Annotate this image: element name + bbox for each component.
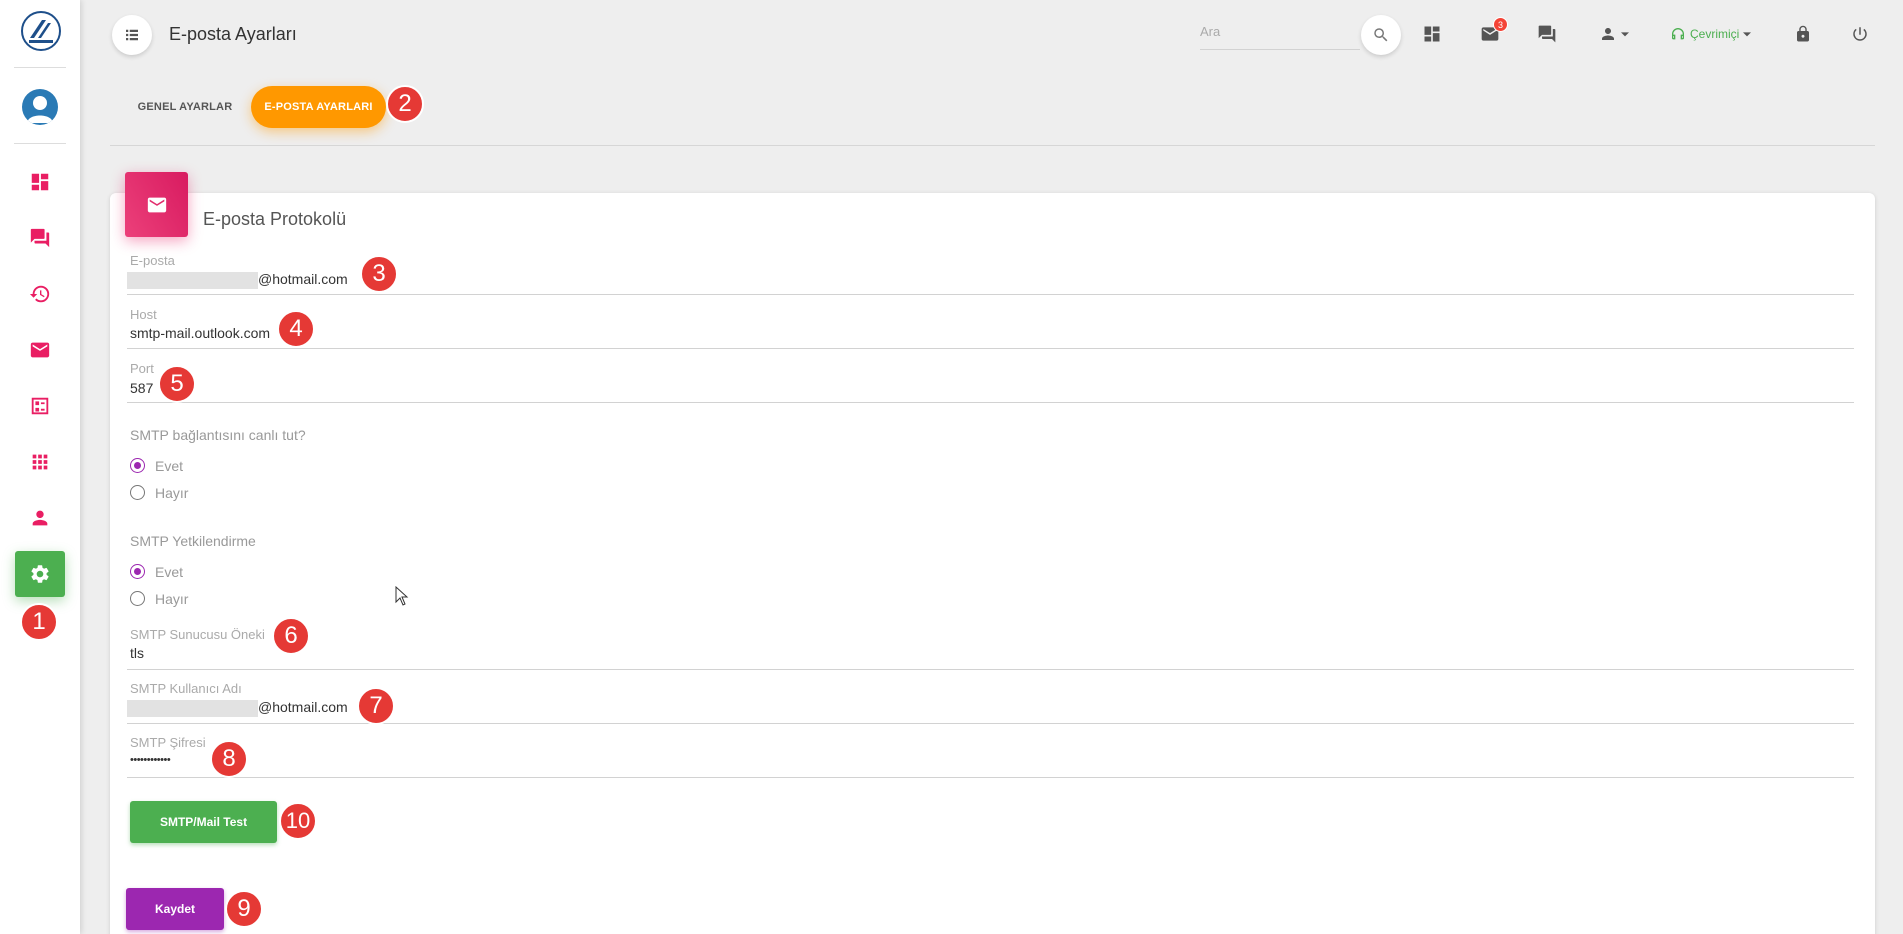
auth-no-radio[interactable] (130, 591, 145, 606)
lock-button[interactable] (1791, 22, 1815, 46)
search-field (1200, 18, 1360, 50)
sidebar-divider (14, 143, 66, 144)
email-label: E-posta (130, 253, 175, 268)
logout-button[interactable] (1848, 22, 1872, 46)
sidebar-item-history[interactable] (15, 271, 65, 317)
host-label: Host (130, 307, 157, 322)
dashboard-icon (31, 173, 49, 191)
password-field[interactable]: •••••••••••• (130, 754, 171, 766)
prefix-field[interactable]: tls (130, 645, 144, 661)
person-icon (32, 510, 48, 526)
redacted-text (127, 271, 258, 289)
caret-down-icon (1621, 32, 1629, 37)
annotation-marker: 3 (360, 255, 398, 293)
user-avatar[interactable] (22, 89, 58, 125)
username-label: SMTP Kullanıcı Adı (130, 681, 242, 696)
keepalive-question: SMTP bağlantısını canlı tut? (130, 427, 306, 443)
headset-icon (1672, 28, 1684, 40)
sidebar-item-mail[interactable] (15, 327, 65, 373)
auth-no-label: Hayır (155, 591, 189, 607)
view-list-icon (126, 29, 138, 41)
redacted-text (127, 699, 258, 717)
settings-icon (31, 565, 49, 583)
annotation-marker: 9 (225, 890, 263, 928)
power-icon (1853, 27, 1867, 41)
auth-yes-label: Evet (155, 564, 184, 580)
forum-icon (30, 228, 50, 248)
company-logo[interactable] (20, 10, 62, 52)
notification-count-badge: 3 (1493, 17, 1508, 32)
annotation-marker: 7 (357, 687, 395, 725)
page-title: E-posta Ayarları (169, 24, 297, 44)
tabs-divider (110, 145, 1875, 146)
caret-down-icon (1743, 32, 1752, 37)
annotation-marker: 5 (158, 365, 196, 403)
email-field[interactable]: @hotmail.com (127, 271, 348, 289)
keepalive-yes-radio[interactable] (130, 458, 145, 473)
cursor-icon (395, 585, 409, 606)
card-header-icon (125, 172, 188, 237)
annotation-marker: 2 (386, 85, 424, 123)
mail-icon (147, 197, 166, 212)
port-field[interactable]: 587 (130, 380, 153, 396)
person-icon (1602, 28, 1614, 40)
search-button[interactable] (1361, 15, 1401, 55)
host-field[interactable]: smtp-mail.outlook.com (130, 325, 270, 341)
mail-icon (30, 342, 50, 358)
keepalive-no-radio[interactable] (130, 485, 145, 500)
prefix-field-underline (127, 669, 1854, 670)
sidebar-item-settings[interactable] (15, 551, 65, 597)
history-icon (29, 285, 50, 303)
auth-yes-radio[interactable] (130, 564, 145, 579)
prefix-label: SMTP Sunucusu Öneki (130, 627, 265, 642)
email-protocol-card (110, 193, 1875, 934)
port-field-underline (127, 402, 1854, 403)
annotation-marker: 4 (277, 310, 315, 348)
mouse-cursor (395, 585, 409, 611)
lock-icon (1797, 25, 1809, 42)
annotation-marker: 10 (279, 802, 317, 840)
apps-icon (32, 454, 48, 470)
chat-button[interactable] (1535, 22, 1559, 46)
host-field-underline (127, 348, 1854, 349)
user-menu-button[interactable] (1594, 22, 1634, 46)
status-label: Çevrimiçi (1690, 27, 1740, 41)
email-field-value: @hotmail.com (258, 271, 348, 287)
search-input[interactable] (1200, 18, 1360, 39)
sidebar-item-dashboard[interactable] (15, 159, 65, 205)
keepalive-yes-label: Evet (155, 458, 184, 474)
auth-question: SMTP Yetkilendirme (130, 533, 256, 549)
username-field[interactable]: @hotmail.com (127, 699, 348, 717)
sidebar (0, 0, 80, 934)
tab-email-settings[interactable]: E-POSTA AYARLARI (251, 86, 386, 128)
port-label: Port (130, 361, 154, 376)
chat-icon (1538, 25, 1556, 43)
email-field-underline (127, 294, 1854, 295)
tab-general-settings[interactable]: GENEL AYARLAR (126, 86, 244, 128)
password-field-underline (127, 777, 1854, 778)
fact-check-icon (31, 397, 49, 415)
card-title: E-posta Protokolü (203, 209, 347, 229)
save-button[interactable]: Kaydet (126, 888, 224, 930)
sidebar-item-forms[interactable] (15, 383, 65, 429)
online-status-dropdown[interactable]: Çevrimiçi (1670, 26, 1752, 42)
search-icon (1374, 28, 1388, 42)
sidebar-divider (14, 67, 66, 68)
sidebar-item-apps[interactable] (15, 439, 65, 485)
annotation-marker: 1 (20, 603, 58, 641)
annotation-marker: 6 (272, 617, 310, 655)
username-field-underline (127, 723, 1854, 724)
annotation-marker: 8 (210, 740, 248, 778)
sidebar-item-chat[interactable] (15, 215, 65, 261)
dashboard-button[interactable] (1420, 22, 1444, 46)
password-label: SMTP Şifresi (130, 735, 206, 750)
keepalive-no-label: Hayır (155, 485, 189, 501)
dashboard-icon (1424, 26, 1440, 42)
sidebar-toggle-button[interactable] (112, 15, 152, 55)
sidebar-item-users[interactable] (15, 495, 65, 541)
smtp-mail-test-button[interactable]: SMTP/Mail Test (130, 801, 277, 843)
username-field-value: @hotmail.com (258, 699, 348, 715)
